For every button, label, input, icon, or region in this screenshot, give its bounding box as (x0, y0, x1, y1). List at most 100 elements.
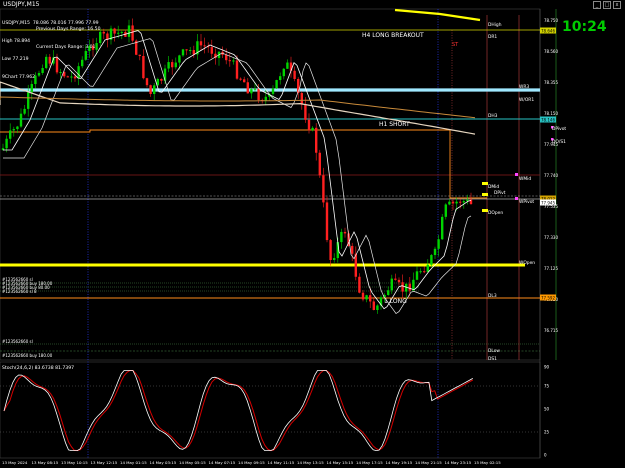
candle-body (293, 70, 296, 80)
curr-range: Current Days Range: 3.01 (36, 45, 96, 50)
candle-body (322, 175, 325, 203)
price-axis-label: 77.330 (544, 235, 558, 240)
candle-body (279, 76, 282, 81)
candle-body (430, 255, 433, 265)
price-axis-label: 78.355 (544, 80, 558, 85)
candle-body (228, 60, 231, 62)
candle-body (199, 41, 203, 46)
candle-body (408, 283, 411, 291)
red-marker: ST (452, 42, 459, 48)
candle-body (415, 271, 419, 280)
candle-body (451, 201, 455, 204)
candle-body (203, 45, 206, 47)
candle-body (340, 231, 343, 243)
candle-body (12, 129, 15, 131)
candle-body (426, 264, 429, 273)
time-axis-label: 14 May 17:15 (356, 460, 383, 465)
time-axis-label: 14 May 15:15 (327, 460, 354, 465)
stoch-axis-label: 50 (544, 407, 550, 412)
chart-window: USDJPY,M15 _ □ x H4 LONG BREAKOUT H1 SHO… (0, 0, 625, 468)
candle-body (282, 68, 285, 77)
candle-body (235, 60, 239, 79)
candle-body (153, 85, 156, 94)
time-axis-label: 14 May 13:15 (297, 460, 324, 465)
candle-body (300, 93, 303, 105)
candle-body (394, 278, 397, 280)
candle-body (145, 78, 149, 86)
stoch-axis-label: 0 (544, 453, 547, 458)
wpivot-box (515, 197, 518, 200)
candle-body (343, 231, 347, 234)
candle-body (142, 55, 145, 79)
candle-body (163, 68, 167, 81)
price-axis-label: 78.750 (544, 18, 558, 23)
candle-body (271, 88, 275, 94)
candle-body (225, 54, 228, 61)
time-axis-label: 14 May 11:15 (268, 460, 295, 465)
stoch-axis-label: 90 (544, 365, 550, 370)
ma-orange (0, 96, 476, 119)
dpivt-label: DPivt (494, 190, 506, 196)
candle-body (127, 25, 131, 37)
wmid-box (515, 173, 518, 176)
clock-display: 10:24 (562, 19, 607, 35)
candle-body (131, 25, 134, 41)
clock-panel (556, 9, 625, 360)
price-axis-label: 77.740 (544, 173, 558, 178)
dmid-box (482, 182, 488, 185)
time-axis-label: 14 May 21:15 (415, 460, 442, 465)
candle-body (441, 216, 444, 240)
candle-body (361, 292, 365, 300)
candle-body (27, 92, 30, 109)
dhigh-label: DHigh (488, 22, 502, 28)
dlow-label: DLow (488, 348, 500, 354)
candle-body (365, 295, 368, 300)
svg-text:78.146: 78.146 (541, 117, 555, 122)
candle-body (275, 80, 278, 89)
candle-body (189, 50, 192, 52)
one-long-label: 1 LONG (384, 298, 407, 305)
candle-body (318, 152, 321, 176)
h4-long-label: H4 LONG BREAKOUT (362, 32, 424, 39)
candle-body (397, 279, 401, 283)
dpivot-label: DPivot (552, 126, 566, 132)
candle-body (333, 258, 336, 260)
candle-body (246, 82, 249, 94)
candle-body (178, 55, 181, 63)
candle-body (23, 108, 26, 114)
price-tag: 78.146 (540, 116, 556, 123)
candle-body (387, 290, 390, 295)
time-axis-label: 13 May 08:15 (32, 460, 59, 465)
svg-text:78.646: 78.646 (541, 28, 555, 33)
time-axis-label: 15 May 02:15 (474, 460, 501, 465)
stoch-signal-line (3, 370, 474, 452)
candle-body (376, 305, 379, 310)
candle-body (243, 79, 246, 83)
chart-line: 9Chart 77.962 (2, 75, 36, 80)
candle-body (433, 248, 437, 256)
time-axis-label: 14 May 05:15 (179, 460, 206, 465)
candle-body (250, 89, 253, 94)
prev-range: Previous Days Range: 16.50 (36, 27, 101, 32)
candle-body (210, 47, 213, 54)
candle-body (358, 276, 361, 293)
candle-body (423, 271, 426, 273)
candle-body (329, 240, 332, 260)
stoch-axis-label: 25 (544, 430, 550, 435)
candle-body (459, 201, 462, 203)
time-axis-label: 14 May 09:15 (238, 460, 265, 465)
candle-body (16, 126, 19, 130)
candle-body (9, 130, 12, 139)
time-axis-label: 13 May 2024 (2, 460, 28, 465)
candle-body (171, 62, 174, 68)
candle-body (462, 201, 465, 203)
candle-body (390, 278, 393, 291)
h1-short-label: H1 SHORT (379, 121, 410, 128)
candle-body (160, 78, 163, 81)
time-axis-label: 14 May 23:15 (445, 460, 472, 465)
price-axis-label: 77.945 (544, 142, 558, 147)
candle-body (239, 78, 242, 80)
dr1-label: DR1 (488, 34, 497, 40)
candle-body (138, 54, 141, 56)
candle-body (113, 28, 116, 34)
